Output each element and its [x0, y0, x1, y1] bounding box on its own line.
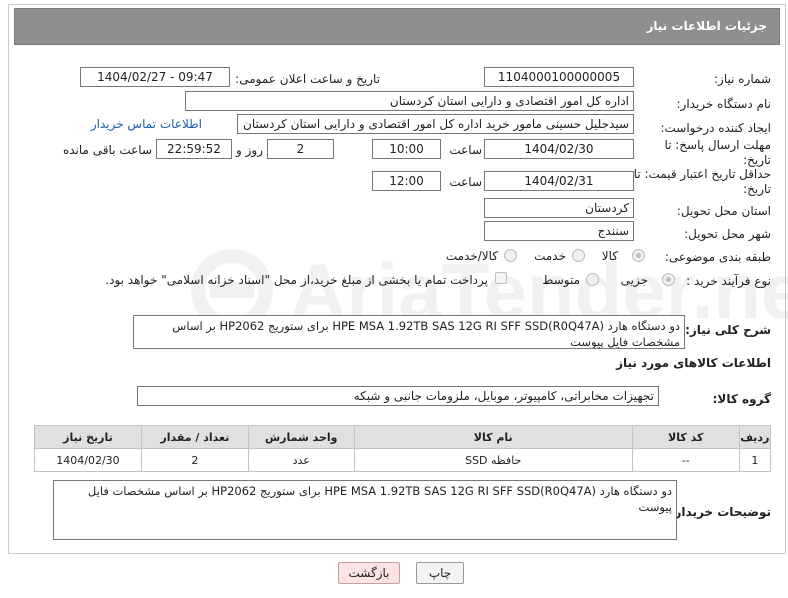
summary-textarea: دو دستگاه هارد HPE MSA 1.92TB SAS 12G RI…: [133, 315, 685, 349]
col-name: نام کالا: [353, 425, 633, 449]
need-number-label: شماره نیاز:: [714, 72, 771, 86]
city-label: شهر محل تحویل:: [684, 227, 771, 241]
province-field: کردستان: [484, 198, 634, 218]
cell-date: 1404/02/30: [34, 448, 142, 472]
col-date: تاریخ نیاز: [34, 425, 142, 449]
days-label: روز و: [236, 143, 263, 157]
need-number-field: 1104000100000005: [484, 67, 634, 87]
buyer-field: اداره کل امور اقتصادی و دارایی استان کرد…: [185, 91, 634, 111]
announce-field: 1404/02/27 - 09:47: [80, 67, 230, 87]
category-option-service: خدمت: [534, 249, 566, 263]
price-time-field: 12:00: [372, 171, 441, 191]
treasury-payment-note: پرداخت تمام یا بخشی از مبلغ خرید،از محل …: [105, 273, 488, 287]
cell-name: حافظه SSD: [353, 448, 633, 472]
buyer-notes-textarea: دو دستگاه هارد HPE MSA 1.92TB SAS 12G RI…: [53, 480, 677, 540]
treasury-payment-checkbox[interactable]: [495, 272, 507, 284]
reply-deadline-label: مهلت ارسال پاسخ: تا تاریخ:: [664, 138, 771, 167]
reply-date-field: 1404/02/30: [484, 139, 634, 159]
price-time-label: ساعت: [449, 175, 482, 189]
process-radio-minor[interactable]: [662, 273, 675, 286]
requester-label: ایجاد کننده درخواست:: [660, 121, 771, 135]
buyer-contact-link[interactable]: اطلاعات تماس خریدار: [91, 117, 202, 131]
table-row: 1 -- حافظه SSD عدد 2 1404/02/30: [34, 448, 772, 472]
goods-table-header: ردیف کد کالا نام کالا واحد شمارش تعداد /…: [34, 425, 772, 449]
remaining-time-field: 22:59:52: [156, 139, 232, 159]
requester-field: سیدجلیل حسینی مامور خرید اداره کل امور ا…: [237, 114, 634, 134]
reply-time-label: ساعت: [449, 143, 482, 157]
province-label: استان محل تحویل:: [676, 204, 771, 218]
print-button[interactable]: چاپ: [416, 562, 464, 584]
announce-label: تاریخ و ساعت اعلان عمومی:: [235, 72, 380, 86]
remaining-label: ساعت باقی مانده: [62, 143, 152, 157]
col-code: کد کالا: [631, 425, 740, 449]
category-radio-goods-service[interactable]: [504, 249, 517, 262]
goods-table: ردیف کد کالا نام کالا واحد شمارش تعداد /…: [34, 425, 772, 472]
price-deadline-label: حداقل تاریخ اعتبار قیمت: تا تاریخ:: [633, 167, 771, 196]
summary-label: شرح کلی نیاز:: [685, 323, 771, 337]
process-option-minor: جزیی: [620, 273, 648, 287]
category-option-goods: کالا: [601, 249, 618, 263]
cell-row: 1: [738, 448, 772, 472]
category-radio-goods[interactable]: [632, 249, 645, 262]
col-row: ردیف: [738, 425, 772, 449]
back-button[interactable]: بازگشت: [338, 562, 400, 584]
process-radio-medium[interactable]: [586, 273, 599, 286]
category-label: طبقه بندی موضوعی:: [664, 250, 771, 264]
category-radio-service[interactable]: [572, 249, 585, 262]
price-date-field: 1404/02/31: [484, 171, 634, 191]
col-qty: تعداد / مقدار: [140, 425, 249, 449]
buyer-notes-label: توضیحات خریدار:: [669, 505, 771, 519]
panel-title: جزئیات اطلاعات نیاز: [646, 19, 767, 33]
days-field: 2: [267, 139, 334, 159]
process-label: نوع فرآیند خرید :: [686, 274, 771, 288]
panel-header: جزئیات اطلاعات نیاز: [14, 8, 780, 45]
col-unit: واحد شمارش: [247, 425, 355, 449]
cell-qty: 2: [140, 448, 249, 472]
category-option-goods-service: کالا/خدمت: [445, 249, 498, 263]
cell-code: --: [631, 448, 740, 472]
buyer-label: نام دستگاه خریدار:: [676, 97, 772, 111]
goods-group-field: تجهیزات مخابراتی، کامپیوتر، موبایل، ملزو…: [137, 386, 659, 406]
goods-section-title: اطلاعات کالاهای مورد نیاز: [616, 356, 771, 370]
cell-unit: عدد: [247, 448, 355, 472]
goods-group-label: گروه کالا:: [712, 392, 771, 406]
reply-time-field: 10:00: [372, 139, 441, 159]
process-option-medium: متوسط: [542, 273, 580, 287]
city-field: سنندج: [484, 221, 634, 241]
